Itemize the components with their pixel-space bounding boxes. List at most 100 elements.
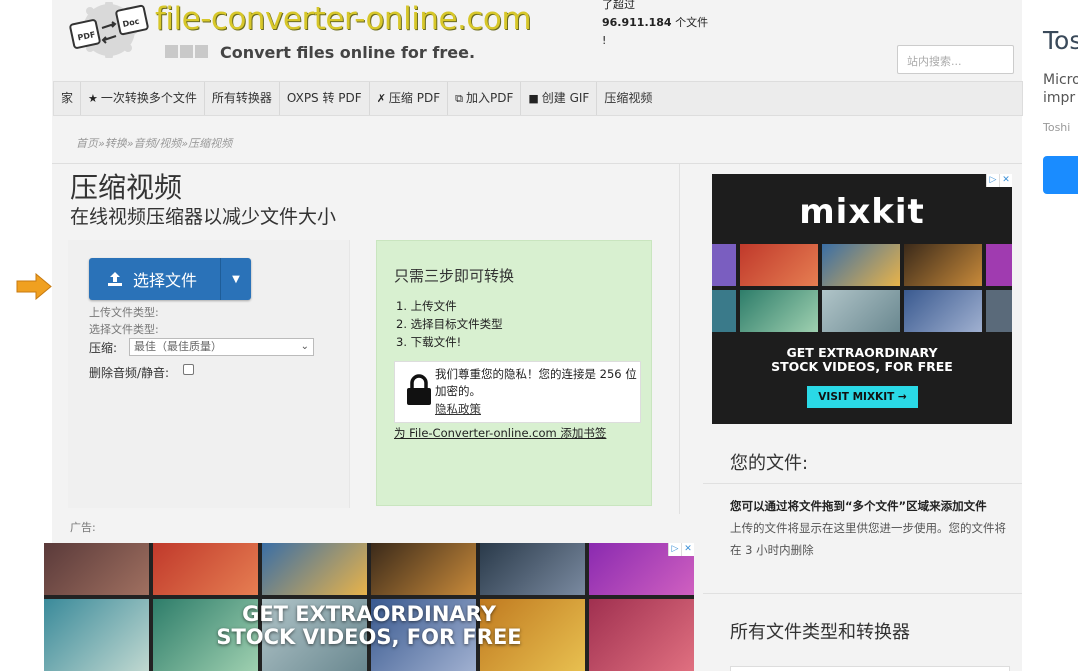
ad-headline-line: STOCK VIDEOS, FOR FREE (771, 359, 953, 374)
site-tagline: Convert files online for free. (220, 43, 476, 62)
ad-headline: GET EXTRAORDINARY STOCK VIDEOS, FOR FREE (44, 603, 694, 649)
nav-home[interactable]: 家 (54, 82, 82, 115)
bookmark-link[interactable]: 为 File-Converter-online.com 添加书签 (394, 425, 606, 441)
arrow-right-icon (16, 273, 52, 300)
nav-all-converters[interactable]: 所有转换器 (205, 82, 280, 115)
nav-compress-pdf[interactable]: ✗ 压缩 PDF (370, 82, 449, 115)
close-icon[interactable]: ✕ (999, 174, 1012, 187)
upload-type-label: 上传文件类型: (89, 306, 159, 319)
nav-batch-convert[interactable]: ★ 一次转换多个文件 (81, 82, 205, 115)
compress-value: 最佳（最佳质量） (134, 340, 222, 353)
ad-tile (986, 290, 1012, 332)
privacy-policy-link[interactable]: 隐私政策 (435, 401, 481, 417)
ad-headline: GET EXTRAORDINARY STOCK VIDEOS, FOR FREE (712, 346, 1012, 374)
nav-label: 加入PDF (465, 91, 514, 105)
privacy-text: 我们尊重您的隐私！您的连接是 256 位加密的。 (435, 367, 637, 398)
your-files-title: 您的文件: (730, 453, 809, 474)
breadcrumb[interactable]: 首页»转换»音频/视频»压缩视频 (76, 135, 232, 151)
main-nav: 家 ★ 一次转换多个文件 所有转换器 OXPS 转 PDF ✗ 压缩 PDF ⧉ 加入… (53, 81, 1023, 116)
mute-label: 删除音频/静音: (89, 366, 170, 380)
all-types-title: 所有文件类型和转换器 (730, 622, 910, 643)
steps-title: 只需三步即可转换 (394, 267, 515, 285)
ad-badge[interactable]: ▷ ✕ (668, 543, 694, 556)
nav-merge-pdf[interactable]: ⧉ 加入PDF (448, 82, 522, 115)
ad-tile (822, 244, 900, 286)
compress-label: 压缩: (89, 341, 118, 355)
ad-tile (904, 290, 982, 332)
ad-headline-line: GET EXTRAORDINARY (242, 602, 496, 626)
adchoices-icon[interactable]: ▷ (986, 174, 999, 187)
adchoices-icon[interactable]: ▷ (668, 543, 681, 556)
ad-banner-bottom[interactable]: ▷ ✕ GET EXTRAORDINARY STOCK VIDEOS, FOR F… (44, 543, 694, 671)
nav-oxps-to-pdf[interactable]: OXPS 转 PDF (280, 82, 370, 115)
ad-tile (371, 543, 476, 595)
ad-headline-line: STOCK VIDEOS, FOR FREE (216, 625, 522, 649)
step-item: 2. 选择目标文件类型 (396, 317, 503, 331)
step-item: 3. 下载文件! (396, 335, 462, 349)
all-types-table (730, 666, 1010, 671)
site-name[interactable]: file-converter-online.com (155, 1, 532, 37)
counter-tail: ! (602, 34, 607, 47)
choose-file-button[interactable]: 选择文件 ▼ (89, 258, 251, 300)
ad-badge[interactable]: ▷ ✕ (986, 174, 1012, 187)
ad-tile (986, 244, 1012, 286)
nav-create-gif[interactable]: ■ 创建 GIF (521, 82, 598, 115)
lock-icon (407, 374, 431, 405)
chevron-down-icon[interactable]: ▼ (221, 274, 251, 285)
nav-label: 压缩视频 (604, 91, 653, 105)
nav-label: OXPS 转 PDF (286, 91, 362, 105)
video-icon: ■ (528, 92, 539, 105)
ad-tile (712, 244, 736, 286)
edge-ad-line: impr (1043, 90, 1076, 106)
mute-checkbox[interactable] (183, 364, 194, 375)
nav-label: 所有转换器 (211, 91, 272, 105)
star-icon: ★ (88, 92, 98, 105)
step-item: 1. 上传文件 (396, 299, 457, 313)
column-divider (679, 164, 680, 514)
ad-tile (44, 543, 149, 595)
steps-list: 1. 上传文件 2. 选择目标文件类型 3. 下载文件! (396, 297, 503, 351)
divider (52, 163, 1022, 164)
conversion-counter: 了超过 96.911.184 个文件 ! (602, 0, 708, 50)
ad-cta-button[interactable]: VISIT MIXKIT → (807, 386, 918, 408)
ad-tile (904, 244, 982, 286)
compress-icon: ✗ (376, 92, 386, 105)
edge-ad-title[interactable]: Tos (1043, 26, 1078, 55)
edge-ad-text: Micro impr (1043, 71, 1078, 107)
ad-headline-line: GET EXTRAORDINARY (786, 345, 938, 360)
nav-compress-video[interactable]: 压缩视频 (597, 82, 659, 115)
ad-tile (712, 290, 736, 332)
logo-squares (165, 45, 208, 58)
ad-tile (153, 543, 258, 595)
site-search-input[interactable]: 站内搜索... (897, 45, 1014, 74)
counter-suffix: 个文件 (675, 16, 709, 29)
chevron-down-icon: ⌄ (300, 341, 309, 352)
nav-label: 一次转换多个文件 (100, 91, 197, 105)
ad-tile (740, 290, 818, 332)
ad-banner-right[interactable]: ▷ ✕ mixkit GET EXTRAORDINARY STOCK VIDEOS… (712, 174, 1012, 424)
select-type-label: 选择文件类型: (89, 323, 159, 336)
nav-label: 压缩 PDF (388, 91, 441, 105)
merge-icon: ⧉ (455, 92, 463, 105)
upload-icon (108, 272, 122, 286)
edge-ad-line: Micro (1043, 72, 1078, 88)
ad-tile (262, 543, 367, 595)
close-icon[interactable]: ✕ (681, 543, 694, 556)
page-title: 压缩视频 (70, 171, 183, 204)
ad-tile (822, 290, 900, 332)
page-subtitle: 在线视频压缩器以减少文件大小 (70, 206, 337, 228)
your-files-hint: 您可以通过将文件拖到“多个文件”区域来添加文件 (730, 499, 987, 513)
counter-value: 96.911.184 (602, 16, 672, 29)
edge-ad-button[interactable] (1043, 156, 1078, 194)
divider (703, 593, 1022, 594)
choose-file-label: 选择文件 (133, 271, 198, 290)
ad-label: 广告: (70, 521, 96, 534)
divider (703, 483, 1022, 484)
your-files-note: 上传的文件将显示在这里供您进一步使用。您的文件将在 3 小时内删除 (730, 521, 1006, 557)
logo-icon[interactable]: PDF Doc (66, 2, 152, 58)
ad-brand: mixkit (799, 192, 925, 232)
ad-tile (740, 244, 818, 286)
nav-label: 家 (61, 91, 74, 105)
nav-label: 创建 GIF (541, 91, 590, 105)
compress-select[interactable]: 最佳（最佳质量） ⌄ (129, 338, 314, 356)
